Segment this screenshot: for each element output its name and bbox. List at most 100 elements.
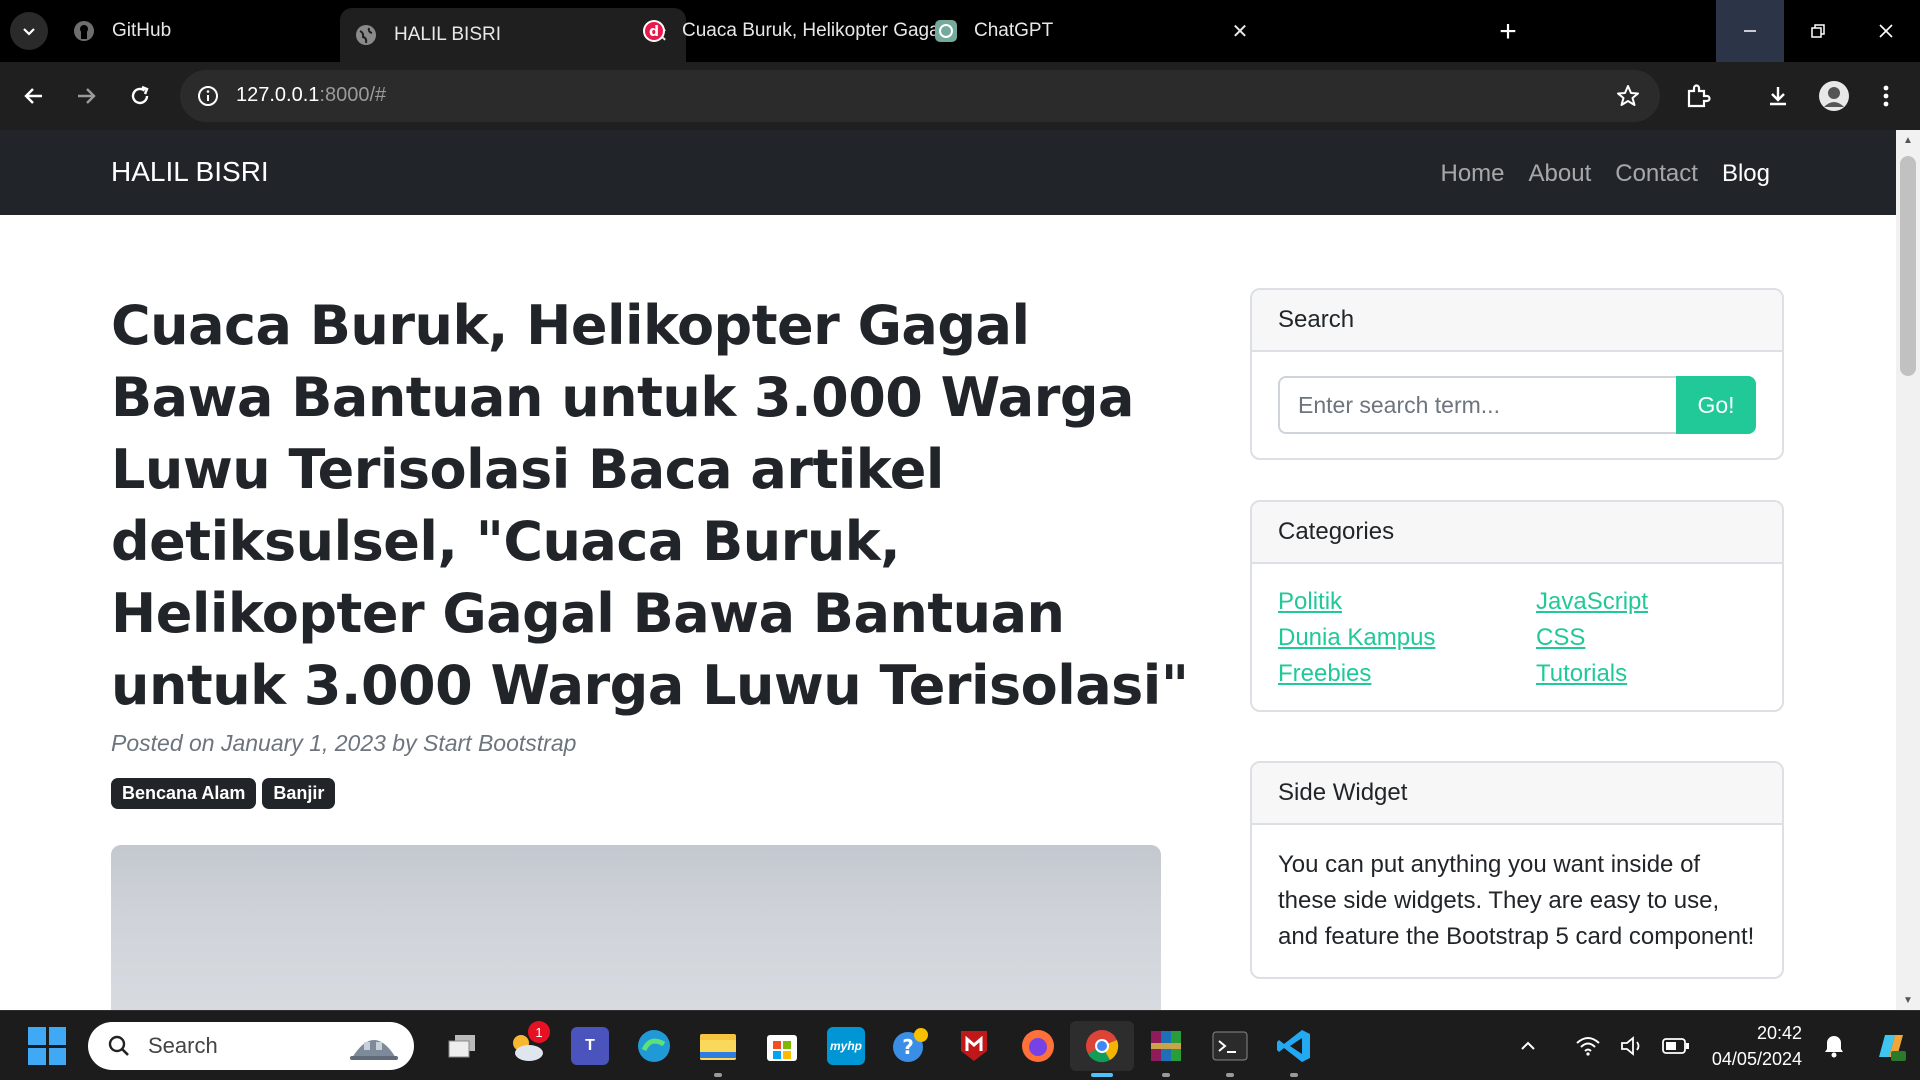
taskbar-weather[interactable]: 1 bbox=[494, 1021, 558, 1071]
profile-avatar[interactable] bbox=[1812, 74, 1856, 118]
system-clock[interactable]: 20:42 04/05/2024 bbox=[1712, 1020, 1802, 1072]
taskbar-search-label: Search bbox=[148, 1033, 218, 1058]
site-info-icon[interactable] bbox=[194, 82, 222, 110]
new-tab-button[interactable]: + bbox=[1490, 14, 1526, 50]
back-button[interactable] bbox=[12, 74, 56, 118]
tag-badge[interactable]: Banjir bbox=[262, 778, 336, 809]
post-image bbox=[111, 845, 1161, 1010]
taskbar-vscode[interactable] bbox=[1262, 1021, 1326, 1077]
taskbar-myhp[interactable]: myhp bbox=[814, 1021, 878, 1071]
notification-badge: 1 bbox=[528, 1021, 550, 1043]
search-input[interactable] bbox=[1278, 376, 1676, 434]
forward-button[interactable] bbox=[64, 74, 108, 118]
nav-blog[interactable]: Blog bbox=[1722, 160, 1770, 188]
notification-bell-icon[interactable] bbox=[1814, 1026, 1854, 1066]
taskbar-task-view[interactable] bbox=[430, 1021, 494, 1071]
taskbar-edge[interactable] bbox=[622, 1021, 686, 1071]
search-card: Search Go! bbox=[1250, 288, 1784, 460]
card-header: Side Widget bbox=[1252, 763, 1782, 825]
browser-toolbar: 127.0.0.1:8000/# bbox=[0, 62, 1920, 130]
category-link-politik[interactable]: Politik bbox=[1278, 586, 1536, 618]
post-title: Cuaca Buruk, Helikopter Gagal Bawa Bantu… bbox=[111, 294, 1189, 717]
category-link-css[interactable]: CSS bbox=[1536, 622, 1756, 654]
close-icon[interactable]: ✕ bbox=[1228, 19, 1252, 43]
taskbar-chrome[interactable] bbox=[1070, 1021, 1134, 1077]
site-brand[interactable]: HALIL BISRI bbox=[111, 156, 269, 188]
chatgpt-icon bbox=[934, 19, 958, 43]
taskbar-apps: 1 T myhp ? bbox=[430, 1021, 1326, 1077]
categories-card: Categories Politik JavaScript Dunia Kamp… bbox=[1250, 500, 1784, 712]
category-link-tutorials[interactable]: Tutorials bbox=[1536, 658, 1756, 690]
vscode-icon bbox=[1275, 1027, 1313, 1065]
extensions-button[interactable] bbox=[1676, 74, 1720, 118]
downloads-button[interactable] bbox=[1756, 74, 1800, 118]
taskbar-winrar[interactable] bbox=[1134, 1021, 1198, 1077]
restore-button[interactable] bbox=[1784, 0, 1852, 62]
nav-about[interactable]: About bbox=[1529, 160, 1592, 188]
reload-button[interactable] bbox=[118, 74, 162, 118]
nav-contact[interactable]: Contact bbox=[1615, 160, 1698, 188]
folder-icon bbox=[699, 1027, 737, 1065]
puzzle-icon bbox=[1687, 84, 1711, 108]
page-viewport: HALIL BISRI Home About Contact Blog Cuac… bbox=[0, 130, 1920, 1010]
svg-text:?: ? bbox=[902, 1035, 914, 1059]
chevron-up-icon[interactable] bbox=[1508, 1026, 1548, 1066]
taskbar-get-help[interactable]: ? bbox=[878, 1021, 942, 1071]
copilot-icon[interactable] bbox=[1870, 1026, 1910, 1066]
detik-icon: d bbox=[642, 19, 666, 43]
taskbar-store[interactable] bbox=[750, 1021, 814, 1071]
chrome-menu-button[interactable] bbox=[1864, 74, 1908, 118]
taskbar-teams[interactable]: T bbox=[558, 1021, 622, 1071]
chevron-down-icon bbox=[23, 28, 35, 36]
tab-chatgpt[interactable]: ChatGPT ✕ bbox=[920, 8, 1266, 54]
terminal-icon bbox=[1211, 1027, 1249, 1065]
taskbar-search[interactable]: Search bbox=[88, 1022, 414, 1070]
avatar-icon bbox=[1819, 81, 1849, 111]
post-meta: Posted on January 1, 2023 by Start Boots… bbox=[111, 730, 577, 756]
running-indicator bbox=[714, 1073, 722, 1077]
search-group: Go! bbox=[1278, 376, 1756, 434]
arrow-right-icon bbox=[78, 88, 96, 104]
winrar-icon bbox=[1147, 1027, 1185, 1065]
taskbar-firefox[interactable] bbox=[1006, 1021, 1070, 1071]
close-icon bbox=[1879, 24, 1893, 38]
windows-start-icon[interactable] bbox=[28, 1027, 66, 1065]
globe-icon bbox=[354, 23, 378, 47]
clock-time: 20:42 bbox=[1756, 1023, 1802, 1043]
search-go-button[interactable]: Go! bbox=[1676, 376, 1756, 434]
minimize-button[interactable] bbox=[1716, 0, 1784, 62]
category-link-freebies[interactable]: Freebies bbox=[1278, 658, 1536, 690]
active-indicator bbox=[1091, 1073, 1113, 1077]
tab-title: ChatGPT bbox=[974, 20, 1054, 41]
taskbar-file-explorer[interactable] bbox=[686, 1021, 750, 1077]
minimize-icon bbox=[1744, 30, 1756, 32]
taskbar-terminal[interactable] bbox=[1198, 1021, 1262, 1077]
page-scrollbar[interactable]: ▲ ▼ bbox=[1896, 130, 1920, 1010]
scroll-up-icon[interactable]: ▲ bbox=[1902, 134, 1914, 146]
tag-badge[interactable]: Bencana Alam bbox=[111, 778, 257, 809]
tab-title: Cuaca Buruk, Helikopter Gagal B bbox=[682, 20, 936, 41]
bookmark-star-icon[interactable] bbox=[1614, 82, 1642, 110]
category-link-dunia-kampus[interactable]: Dunia Kampus bbox=[1278, 622, 1536, 654]
tab-search-button[interactable] bbox=[10, 12, 48, 50]
scroll-down-icon[interactable]: ▼ bbox=[1902, 994, 1914, 1006]
volume-icon[interactable] bbox=[1612, 1026, 1652, 1066]
battery-icon[interactable] bbox=[1656, 1026, 1696, 1066]
restore-icon bbox=[1811, 24, 1825, 38]
close-window-button[interactable] bbox=[1852, 0, 1920, 62]
teams-icon: T bbox=[571, 1027, 609, 1065]
running-indicator bbox=[1226, 1073, 1234, 1077]
windows-taskbar: Search 1 T myhp ? 20:42 04/05/2024 bbox=[0, 1010, 1920, 1080]
github-icon bbox=[72, 19, 96, 43]
clock-date: 04/05/2024 bbox=[1711, 1049, 1802, 1069]
reload-icon bbox=[131, 85, 149, 105]
chrome-icon bbox=[1083, 1027, 1121, 1065]
search-icon bbox=[104, 1031, 134, 1061]
address-bar[interactable]: 127.0.0.1:8000/# bbox=[180, 70, 1660, 122]
taskbar-mcafee[interactable] bbox=[942, 1021, 1006, 1071]
category-link-javascript[interactable]: JavaScript bbox=[1536, 586, 1756, 618]
arrow-left-icon bbox=[24, 88, 42, 104]
nav-home[interactable]: Home bbox=[1440, 160, 1504, 188]
wifi-icon[interactable] bbox=[1568, 1026, 1608, 1066]
scroll-thumb[interactable] bbox=[1900, 156, 1916, 376]
